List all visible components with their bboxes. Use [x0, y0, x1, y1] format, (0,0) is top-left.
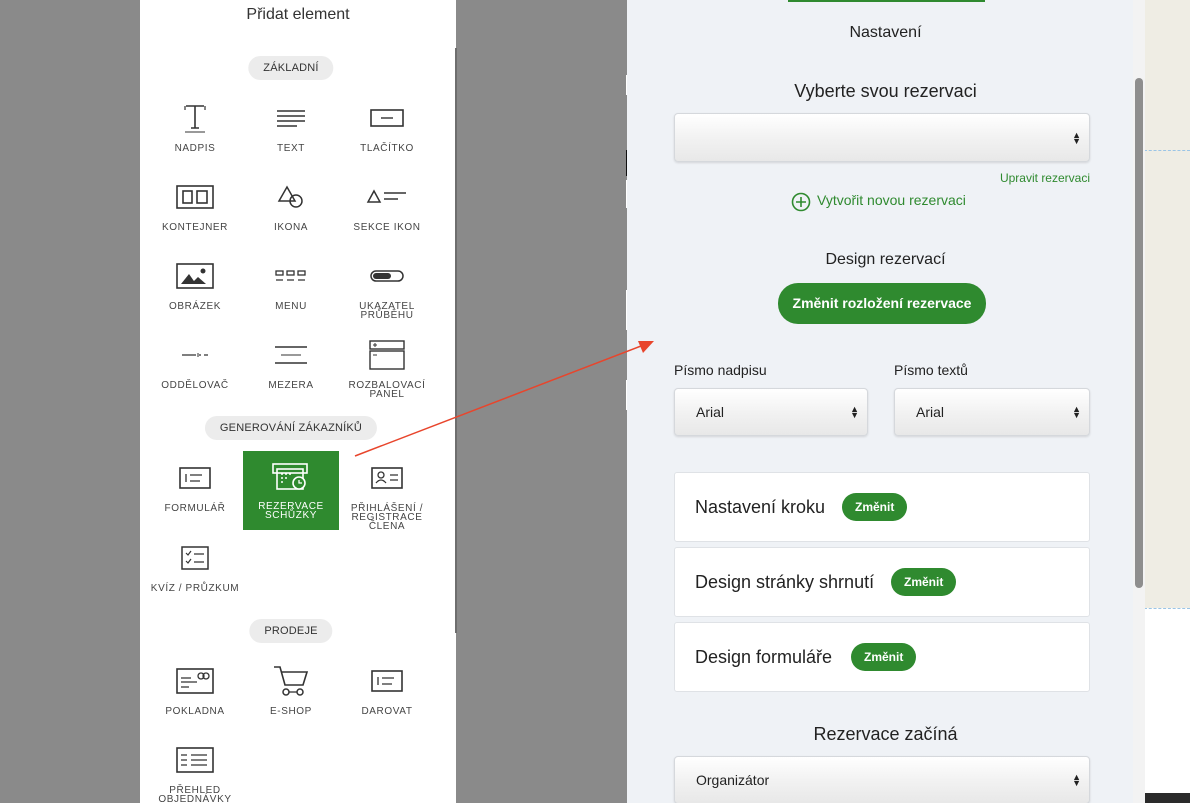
arrow-line — [354, 345, 642, 457]
annotation-arrow — [354, 341, 654, 457]
